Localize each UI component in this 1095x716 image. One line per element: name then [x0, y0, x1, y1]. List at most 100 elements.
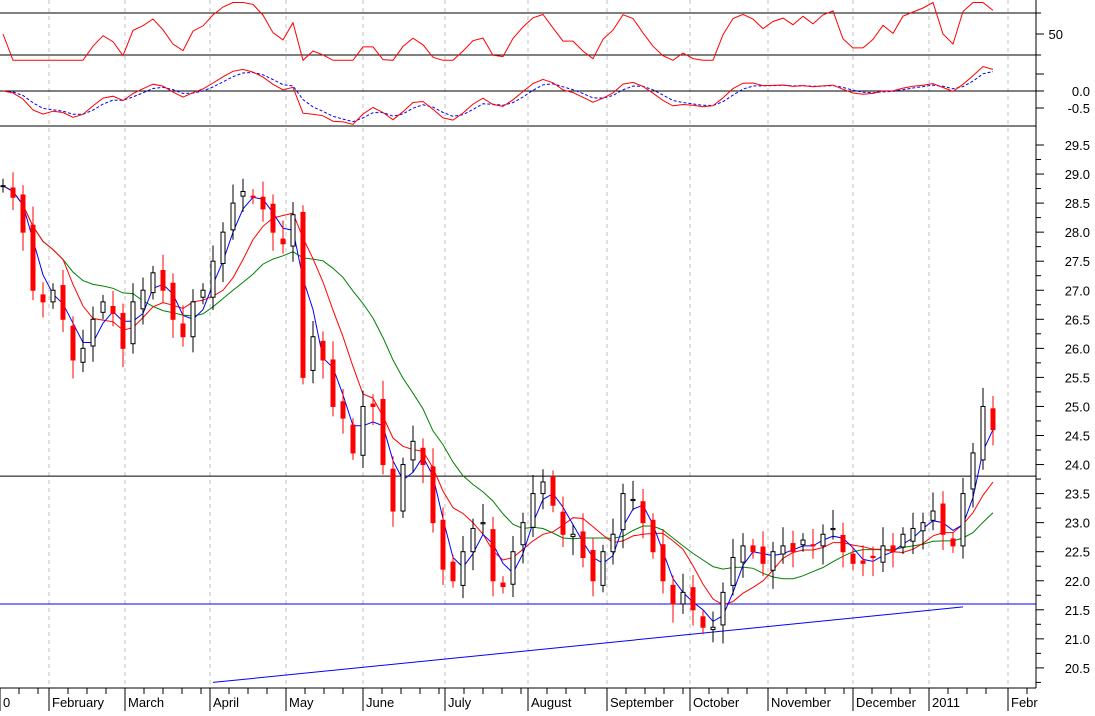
candle-body	[840, 534, 846, 553]
candlestick	[850, 547, 856, 571]
x-tick-label: September	[610, 695, 674, 710]
candlestick	[430, 448, 436, 533]
candle-body	[20, 194, 26, 233]
price-tick-label: 23.0	[1065, 516, 1090, 531]
x-tick-label: August	[531, 695, 572, 710]
candle-body	[410, 440, 416, 461]
candle-body	[340, 401, 346, 419]
candle-body	[300, 211, 306, 378]
candle-body	[580, 531, 586, 559]
candle-body	[740, 545, 746, 563]
candlestick	[450, 555, 456, 588]
candlestick	[650, 513, 656, 559]
candlestick	[330, 341, 336, 417]
macd-panel	[0, 65, 1036, 125]
candle-body	[720, 591, 726, 626]
candle-body	[260, 196, 266, 210]
candlestick	[370, 394, 376, 426]
candlestick	[610, 518, 616, 565]
candle-body	[610, 533, 616, 553]
candle-body	[330, 359, 336, 407]
candlestick	[350, 418, 356, 460]
candlestick	[820, 524, 826, 565]
x-tick-label: December	[856, 695, 917, 710]
candle-body	[750, 545, 756, 553]
candle-body	[940, 503, 946, 535]
candlestick	[620, 483, 626, 549]
candle-body	[370, 403, 376, 407]
candlestick	[490, 516, 496, 597]
candlestick	[640, 488, 646, 539]
candlestick	[190, 289, 196, 353]
candle-body	[560, 511, 566, 535]
candlestick	[760, 531, 766, 577]
price-tick-label: 27.5	[1065, 254, 1090, 269]
candle-body	[470, 527, 476, 553]
candle-body	[80, 347, 86, 363]
candlestick	[990, 395, 996, 446]
x-tick-label: May	[289, 695, 314, 710]
candlestick	[980, 387, 986, 470]
candlestick	[440, 507, 446, 585]
candlestick	[460, 536, 466, 599]
candlestick	[770, 541, 776, 589]
candlestick	[560, 496, 566, 548]
candlestick	[810, 529, 816, 559]
x-tick-label: July	[448, 695, 472, 710]
candle-body	[890, 545, 896, 553]
candle-body	[350, 424, 356, 454]
candle-body	[590, 550, 596, 582]
candlestick	[60, 269, 66, 333]
candlestick	[840, 522, 846, 568]
candle-body	[460, 551, 466, 586]
price-tick-label: 24.5	[1065, 429, 1090, 444]
candle-body	[310, 336, 316, 371]
candle-body	[390, 468, 396, 512]
candlestick	[900, 527, 906, 555]
candlestick	[170, 273, 176, 338]
candle-body	[450, 561, 456, 582]
x-tick-label: November	[771, 695, 832, 710]
x-tick-label: February	[52, 695, 105, 710]
candlestick	[40, 282, 46, 318]
candle-body	[380, 398, 386, 466]
candlestick	[500, 576, 506, 594]
candlestick	[210, 245, 216, 311]
candle-body	[250, 195, 256, 198]
candle-body	[150, 272, 156, 294]
candle-body	[490, 529, 496, 582]
candle-body	[60, 285, 66, 320]
candle-body	[780, 545, 786, 555]
candlestick	[780, 527, 786, 564]
price-tick-label: 22.5	[1065, 545, 1090, 560]
candle-body	[980, 405, 986, 461]
candle-body	[90, 318, 96, 347]
candle-body	[900, 533, 906, 548]
candlestick	[90, 306, 96, 362]
candle-body	[180, 323, 186, 338]
candlestick	[10, 172, 16, 211]
candle-body	[120, 312, 126, 349]
candlestick	[830, 509, 836, 540]
candle-body	[130, 301, 136, 345]
candlestick	[630, 480, 636, 511]
candlestick	[580, 513, 586, 568]
candlestick	[790, 530, 796, 568]
candlestick	[590, 537, 596, 597]
candle-body	[600, 551, 606, 586]
candlestick	[600, 544, 606, 593]
candle-body	[790, 543, 796, 553]
candlestick	[670, 575, 676, 623]
macd-signal-line	[2, 71, 994, 123]
candlestick	[320, 331, 326, 379]
candle-body	[520, 522, 526, 546]
candle-body	[0, 185, 6, 188]
candlestick	[660, 529, 666, 594]
price-tick-label: 24.0	[1065, 458, 1090, 473]
candle-body	[960, 493, 966, 547]
candlestick	[250, 189, 256, 205]
candlestick	[120, 303, 126, 367]
candle-body	[570, 533, 576, 538]
candle-body	[630, 498, 636, 502]
candlestick	[570, 524, 576, 556]
